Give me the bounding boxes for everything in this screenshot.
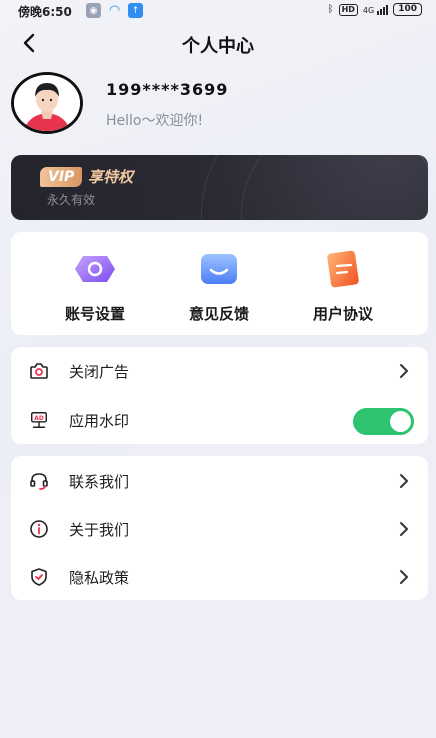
chevron-right-icon bbox=[400, 474, 408, 488]
chevron-right-icon bbox=[400, 522, 408, 536]
page-title: 个人中心 bbox=[182, 36, 254, 57]
account-settings-button[interactable]: 账号设置 bbox=[31, 232, 151, 335]
user-agreement-icon bbox=[327, 250, 359, 288]
close-ads-label: 关闭广告 bbox=[69, 363, 130, 381]
feedback-icon bbox=[201, 254, 237, 284]
bluetooth-icon: ᛒ bbox=[327, 4, 334, 15]
user-avatar-icon bbox=[14, 75, 80, 131]
battery-icon: 100 bbox=[393, 3, 422, 16]
about-us-label: 关于我们 bbox=[69, 521, 130, 539]
user-phone: 199****3699 bbox=[106, 80, 229, 99]
contact-us-row[interactable]: 联系我们 bbox=[11, 457, 428, 505]
user-agreement-button[interactable]: 用户协议 bbox=[279, 232, 399, 335]
feedback-button[interactable]: 意见反馈 bbox=[155, 232, 275, 335]
hd-icon: HD bbox=[338, 3, 358, 16]
upload-notification-icon: ↑ bbox=[128, 3, 143, 18]
settings-card: 关闭广告 AD 应用水印 bbox=[11, 347, 428, 444]
quick-action-label: 意见反馈 bbox=[188, 305, 249, 323]
vip-card[interactable] bbox=[11, 155, 428, 220]
vip-badge: VIP bbox=[40, 167, 83, 187]
network-type: 4G bbox=[362, 5, 375, 15]
contact-us-label: 联系我们 bbox=[69, 473, 130, 491]
shield-icon bbox=[29, 567, 49, 587]
close-ads-row[interactable]: 关闭广告 bbox=[11, 347, 428, 395]
status-right: ᛒ HD 4G 100 bbox=[328, 3, 422, 16]
signal-icon: 4G bbox=[362, 4, 389, 15]
privacy-policy-label: 隐私政策 bbox=[69, 569, 130, 587]
cloud-notification-icon: ◠ bbox=[108, 3, 121, 18]
privacy-policy-row[interactable]: 隐私政策 bbox=[11, 553, 428, 601]
user-greeting: Hello～欢迎你! bbox=[106, 113, 204, 129]
svg-text:AD: AD bbox=[34, 416, 44, 422]
status-time: 傍晚6:50 bbox=[18, 5, 72, 19]
avatar[interactable] bbox=[11, 72, 83, 134]
quick-action-label: 账号设置 bbox=[64, 305, 125, 323]
camera-icon bbox=[29, 361, 49, 381]
vip-decoration bbox=[241, 155, 428, 220]
about-us-row[interactable]: 关于我们 bbox=[11, 505, 428, 553]
info-icon bbox=[29, 519, 49, 539]
watermark-label: 应用水印 bbox=[69, 412, 130, 430]
status-bar: 傍晚6:50 ◉ ◠ ↑ ᛒ HD 4G 100 bbox=[0, 0, 436, 22]
watermark-toggle[interactable] bbox=[353, 408, 414, 435]
watermark-row: AD 应用水印 bbox=[11, 396, 428, 444]
chevron-right-icon bbox=[400, 364, 408, 378]
info-card: 联系我们 关于我们 隐私政策 bbox=[11, 456, 428, 600]
watermark-icon: AD bbox=[29, 410, 49, 430]
quick-actions-card: 账号设置 意见反馈 用户协议 bbox=[11, 232, 428, 335]
app-notification-icon: ◉ bbox=[86, 3, 101, 18]
account-settings-icon bbox=[75, 256, 115, 282]
notification-icons: ◉ ◠ ↑ bbox=[86, 3, 143, 18]
toggle-knob bbox=[390, 411, 411, 432]
quick-action-label: 用户协议 bbox=[312, 305, 373, 323]
headset-icon bbox=[29, 471, 49, 491]
vip-title: 享特权 bbox=[88, 168, 134, 186]
chevron-right-icon bbox=[400, 570, 408, 584]
vip-subtitle: 永久有效 bbox=[47, 193, 96, 207]
